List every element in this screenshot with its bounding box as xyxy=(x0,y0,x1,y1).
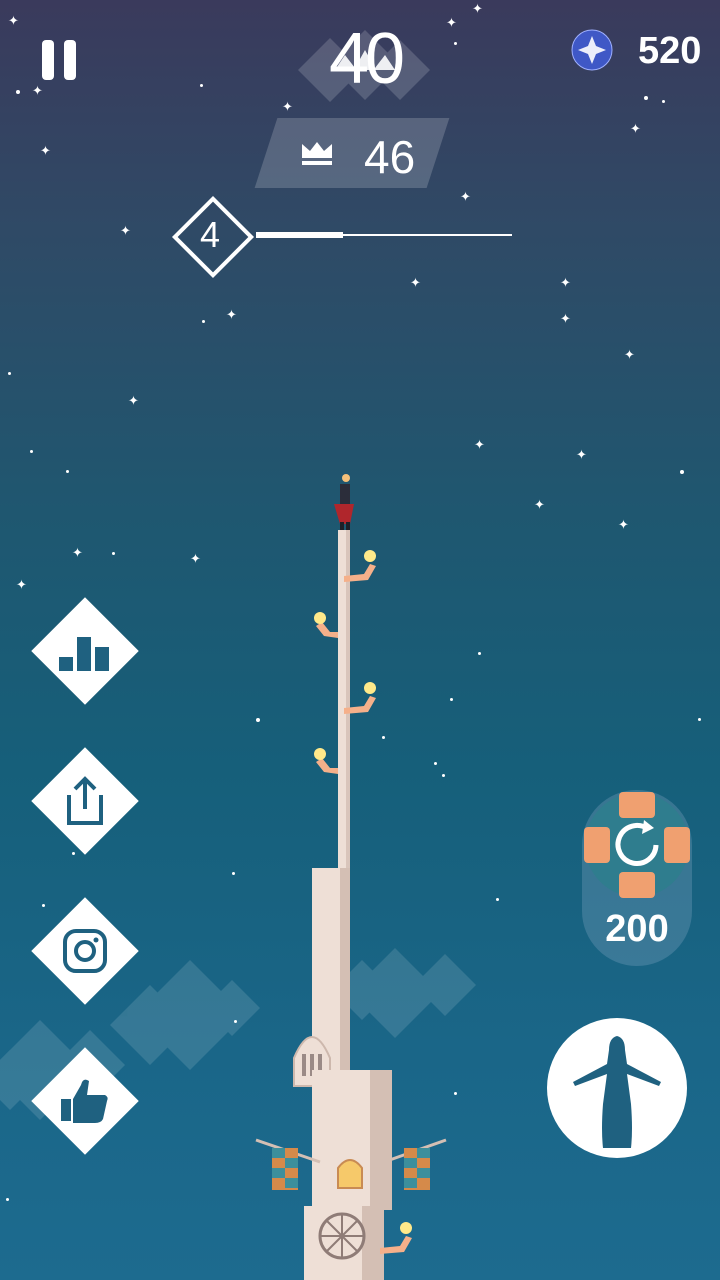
thumbs-up-icon xyxy=(61,1079,108,1123)
share-button[interactable] xyxy=(31,747,139,855)
leaderboard-button[interactable] xyxy=(31,597,139,705)
character-select-button[interactable] xyxy=(547,1018,687,1158)
pause-bar xyxy=(64,40,76,80)
level-progress-fill xyxy=(256,232,344,238)
player-character xyxy=(334,474,354,530)
gem-counter: 520 xyxy=(568,26,702,72)
bar-chart-icon xyxy=(59,637,109,671)
revive-cost: 200 xyxy=(605,908,669,950)
revive-icon xyxy=(584,792,690,898)
level-number: 4 xyxy=(199,214,221,255)
instagram-button[interactable] xyxy=(31,897,139,1005)
crown-icon xyxy=(302,142,332,165)
current-score: 40 xyxy=(328,19,405,99)
level-badge: 4 xyxy=(171,195,255,279)
tower xyxy=(255,474,447,1280)
share-icon xyxy=(67,776,103,825)
gem-icon xyxy=(571,29,613,71)
pause-button[interactable] xyxy=(40,40,78,80)
like-button[interactable] xyxy=(31,1047,139,1155)
level-progress-bar xyxy=(256,232,512,238)
best-score-value: 46 xyxy=(364,131,416,183)
score-display: 40 xyxy=(290,10,440,110)
pause-icon xyxy=(42,40,54,80)
gem-count: 520 xyxy=(638,30,702,72)
instagram-icon xyxy=(63,929,107,973)
best-score-badge: 46 xyxy=(254,118,450,188)
hooded-figure-icon xyxy=(573,1036,661,1148)
